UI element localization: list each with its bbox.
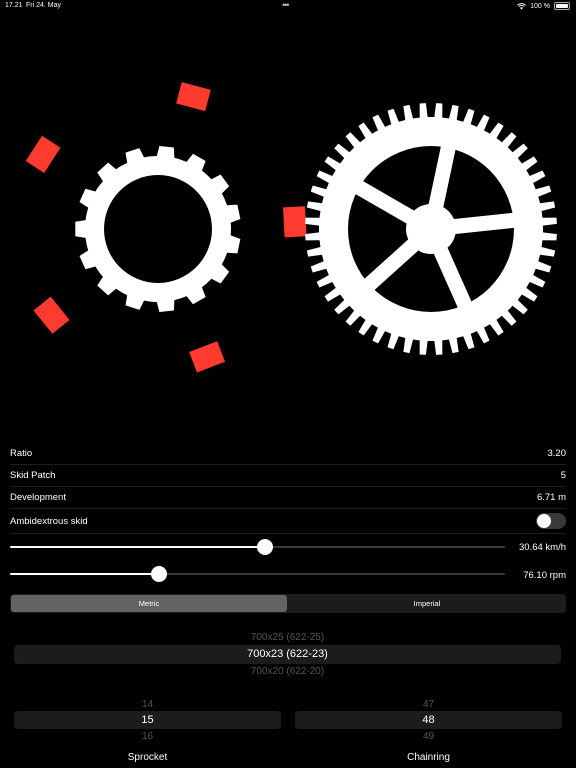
multitasking-dots-icon[interactable]: ••• <box>282 0 290 10</box>
sprocket-option-selected[interactable]: 15 <box>14 714 281 726</box>
ambidextrous-label: Ambidextrous skid <box>10 516 88 527</box>
cadence-slider[interactable] <box>10 564 505 584</box>
segment-metric[interactable]: Metric <box>11 595 287 612</box>
status-right: 100 % <box>517 2 570 10</box>
units-segmented-control: Metric Imperial <box>10 594 566 613</box>
ratio-label: Ratio <box>10 448 33 459</box>
toggle-knob <box>537 514 551 528</box>
sprocket-option-above[interactable]: 14 <box>14 699 281 709</box>
skid-patch-marker <box>176 82 211 112</box>
development-row: Development 6.71 m <box>10 486 566 509</box>
sprocket-label: Sprocket <box>127 752 168 763</box>
slider-fill <box>10 573 159 575</box>
status-time: 17.21 <box>5 2 23 9</box>
skid-patch-marker <box>283 206 307 238</box>
gear-illustration <box>25 82 557 373</box>
skid-patch-label: Skid Patch <box>10 470 56 481</box>
segment-imperial[interactable]: Imperial <box>289 595 565 612</box>
ambidextrous-toggle[interactable] <box>536 513 566 529</box>
tire-option-below[interactable]: 700x20 (622-20) <box>14 666 561 676</box>
slider-thumb[interactable] <box>150 566 167 582</box>
development-value: 6.71 m <box>536 492 566 503</box>
sprocket-option-below[interactable]: 16 <box>14 731 281 739</box>
chainring-gear <box>305 103 557 355</box>
ratio-row: Ratio 3.20 <box>10 442 566 465</box>
chainring-option-selected[interactable]: 48 <box>295 714 562 726</box>
slider-fill <box>10 546 265 548</box>
wifi-icon <box>517 2 527 10</box>
skid-patch-marker <box>33 296 70 334</box>
status-bar: 17.21 Fri 24. May ••• 100 % <box>0 0 576 12</box>
tire-option-above[interactable]: 700x25 (622-25) <box>14 632 561 643</box>
speed-value: 30.64 km/h <box>519 542 566 553</box>
battery-percent: 100 % <box>530 2 550 10</box>
skid-patch-marker <box>25 135 61 173</box>
sprocket-gear <box>75 146 241 312</box>
chainring-option-above[interactable]: 47 <box>295 699 562 709</box>
speed-slider[interactable] <box>10 537 505 557</box>
sprocket-hole <box>104 175 212 283</box>
cadence-value: 76.10 rpm <box>523 570 566 581</box>
battery-icon <box>554 2 570 10</box>
chainring-label: Chainring <box>407 752 450 763</box>
slider-thumb[interactable] <box>256 539 273 555</box>
tire-option-selected[interactable]: 700x23 (622-23) <box>14 648 561 660</box>
skid-patch-marker <box>189 341 226 373</box>
skid-patch-value: 5 <box>560 470 566 481</box>
status-date: Fri 24. May <box>26 2 62 9</box>
development-label: Development <box>10 492 66 503</box>
ambidextrous-row: Ambidextrous skid <box>10 509 566 534</box>
chainring-option-below[interactable]: 49 <box>295 731 562 739</box>
skid-patch-row: Skid Patch 5 <box>10 464 566 487</box>
chainring-hub <box>406 204 456 254</box>
ratio-value: 3.20 <box>547 448 567 459</box>
